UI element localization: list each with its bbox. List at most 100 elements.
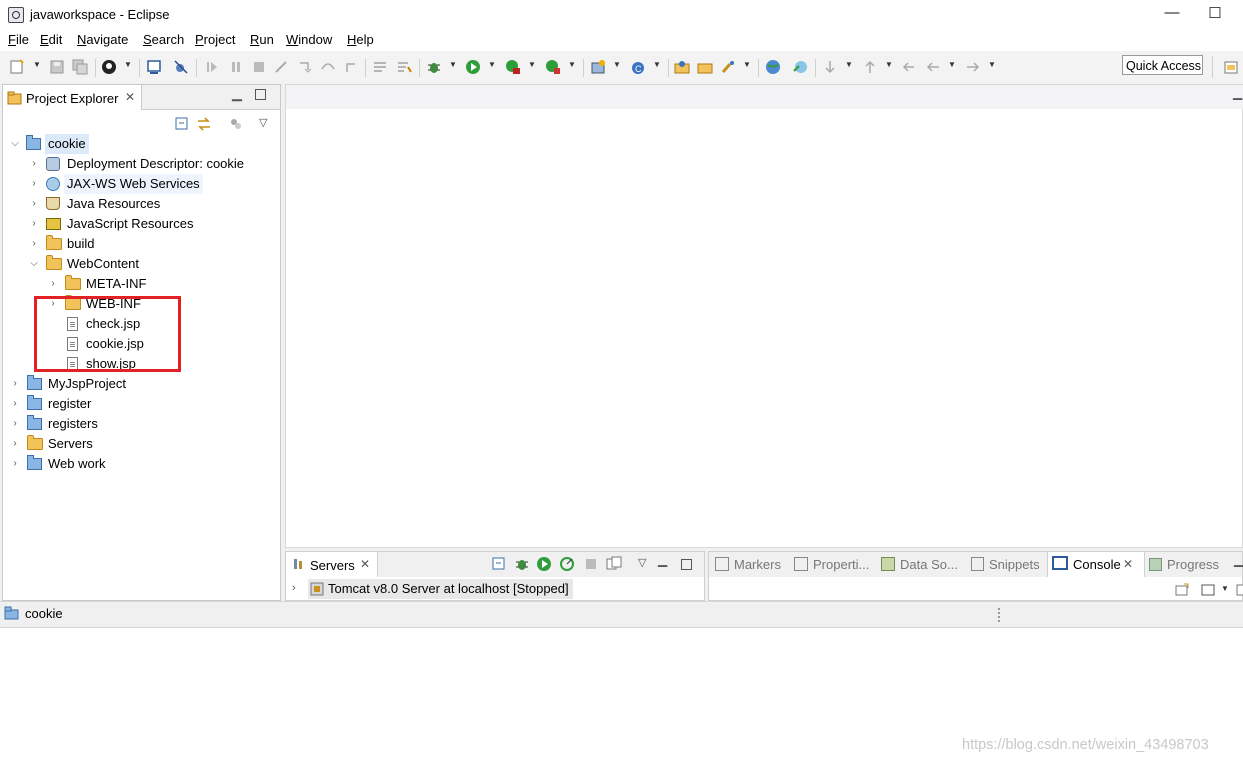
view-menu-icon[interactable]: ▽	[259, 116, 267, 129]
link-with-editor-icon[interactable]	[196, 116, 212, 135]
tree-item-java-resources[interactable]: › Java Resources	[29, 194, 279, 214]
chevron-down-icon[interactable]: ▼	[845, 60, 853, 69]
drop-to-frame-icon[interactable]	[396, 59, 412, 75]
chevron-right-icon[interactable]: ›	[10, 374, 20, 394]
chevron-down-icon[interactable]: ▼	[33, 60, 41, 69]
close-icon[interactable]: ✕	[125, 90, 135, 104]
new-server-icon[interactable]	[590, 59, 606, 75]
chevron-right-icon[interactable]: ›	[29, 234, 39, 254]
tree-item-deployment-descriptor[interactable]: › Deployment Descriptor: cookie	[29, 154, 279, 174]
chevron-down-icon[interactable]: ▼	[528, 60, 536, 69]
chevron-right-icon[interactable]: ›	[10, 434, 20, 454]
tab-snippets[interactable]: Snippets	[971, 552, 1040, 577]
debug-server-icon[interactable]	[514, 556, 530, 575]
chevron-down-icon[interactable]: ⌵	[10, 134, 20, 154]
minimize-view-button[interactable]: ▁	[232, 86, 242, 102]
tree-item-jax-ws[interactable]: › JAX-WS Web Services	[29, 174, 279, 194]
menu-window[interactable]: Window	[286, 32, 332, 47]
stop-server-icon[interactable]	[584, 557, 598, 574]
menu-help[interactable]: Help	[347, 32, 374, 47]
open-folder-icon[interactable]	[697, 59, 713, 75]
menu-project[interactable]: Project	[195, 32, 235, 47]
minimize-view-button[interactable]: ▁	[1234, 553, 1243, 567]
prev-annotation-icon[interactable]	[862, 59, 878, 75]
chevron-right-icon[interactable]: ›	[10, 414, 20, 434]
step-into-icon[interactable]	[297, 59, 313, 75]
chevron-right-icon[interactable]: ›	[292, 582, 296, 594]
filter-icon[interactable]	[229, 117, 243, 134]
profile-server-icon[interactable]	[559, 556, 575, 575]
last-edit-location-icon[interactable]	[901, 59, 917, 75]
tree-item-servers[interactable]: › Servers	[10, 434, 275, 454]
maximize-view-button[interactable]	[681, 559, 692, 570]
use-step-filters-icon[interactable]	[372, 59, 388, 75]
debug-icon[interactable]	[426, 59, 442, 75]
tree-item-register[interactable]: › register	[10, 394, 275, 414]
close-icon[interactable]: ✕	[360, 557, 370, 571]
chevron-down-icon[interactable]: ▼	[488, 60, 496, 69]
chevron-down-icon[interactable]: ▼	[988, 60, 996, 69]
forward-icon[interactable]	[965, 59, 981, 75]
chevron-down-icon[interactable]: ▼	[613, 60, 621, 69]
chevron-right-icon[interactable]: ›	[29, 154, 39, 174]
chevron-right-icon[interactable]: ›	[10, 394, 20, 414]
tab-data-source[interactable]: Data So...	[881, 552, 958, 577]
terminate-icon[interactable]	[251, 59, 267, 75]
chevron-down-icon[interactable]: ⌵	[29, 254, 39, 274]
pin-console-icon[interactable]	[1236, 583, 1243, 600]
chevron-down-icon[interactable]: ▼	[885, 60, 893, 69]
tree-item-meta-inf[interactable]: › META-INF	[48, 274, 278, 294]
chevron-down-icon[interactable]: ▼	[743, 60, 751, 69]
chevron-right-icon[interactable]: ›	[29, 194, 39, 214]
start-server-icon[interactable]	[536, 556, 552, 575]
new-java-class-icon[interactable]: C	[630, 59, 646, 75]
close-icon[interactable]: ✕	[1123, 552, 1133, 577]
menu-edit[interactable]: Edit	[40, 32, 62, 47]
save-all-icon[interactable]	[72, 59, 88, 75]
minimize-view-button[interactable]: ▁	[658, 553, 667, 567]
tree-item-web-work[interactable]: › Web work	[10, 454, 275, 474]
tree-item-cookie[interactable]: ⌵ cookie	[10, 134, 270, 154]
tab-console[interactable]: Console ✕	[1047, 552, 1145, 577]
server-entry[interactable]: Tomcat v8.0 Server at localhost [Stopped…	[308, 579, 573, 599]
globe-icon[interactable]	[765, 59, 781, 75]
open-perspective-icon[interactable]	[1224, 59, 1240, 75]
menu-search[interactable]: Search	[143, 32, 184, 47]
step-over-icon[interactable]	[320, 59, 336, 75]
collapse-all-icon[interactable]	[175, 117, 189, 134]
web-service-explorer-icon[interactable]	[792, 59, 808, 75]
profile-icon[interactable]	[101, 59, 117, 75]
terminal-icon[interactable]	[146, 59, 162, 75]
view-menu-icon[interactable]: ▽	[638, 556, 646, 569]
tree-item-build[interactable]: › build	[29, 234, 279, 254]
tree-item-myjspproject[interactable]: › MyJspProject	[10, 374, 275, 394]
chevron-down-icon[interactable]: ▼	[1221, 584, 1229, 593]
suspend-icon[interactable]	[228, 59, 244, 75]
maximize-view-button[interactable]	[255, 89, 266, 100]
minimize-view-button[interactable]: ▁	[1233, 86, 1242, 100]
open-console-icon[interactable]	[1175, 583, 1189, 600]
tab-servers[interactable]: Servers ✕	[286, 552, 378, 577]
chevron-right-icon[interactable]: ›	[48, 274, 58, 294]
menu-navigate[interactable]: Navigate	[77, 32, 128, 47]
external-tools-icon[interactable]	[545, 59, 561, 75]
tab-progress[interactable]: Progress	[1149, 552, 1219, 577]
tab-project-explorer[interactable]: Project Explorer ✕	[3, 85, 142, 110]
chevron-right-icon[interactable]: ›	[29, 174, 39, 194]
maximize-button[interactable]: ☐	[1200, 4, 1230, 22]
new-icon[interactable]	[9, 59, 25, 75]
chevron-down-icon[interactable]: ▼	[124, 60, 132, 69]
next-annotation-icon[interactable]	[822, 59, 838, 75]
tab-properties[interactable]: Properti...	[794, 552, 869, 577]
chevron-down-icon[interactable]: ▼	[948, 60, 956, 69]
coverage-icon[interactable]	[505, 59, 521, 75]
step-return-icon[interactable]	[343, 59, 359, 75]
menu-run[interactable]: Run	[250, 32, 274, 47]
collapse-icon[interactable]	[492, 557, 506, 574]
run-icon[interactable]	[465, 59, 481, 75]
display-console-icon[interactable]	[1201, 583, 1215, 600]
tab-markers[interactable]: Markers	[715, 552, 781, 577]
tree-item-webcontent[interactable]: ⌵ WebContent	[29, 254, 279, 274]
tree-item-javascript-resources[interactable]: › JavaScript Resources	[29, 214, 279, 234]
open-type-icon[interactable]	[674, 59, 690, 75]
